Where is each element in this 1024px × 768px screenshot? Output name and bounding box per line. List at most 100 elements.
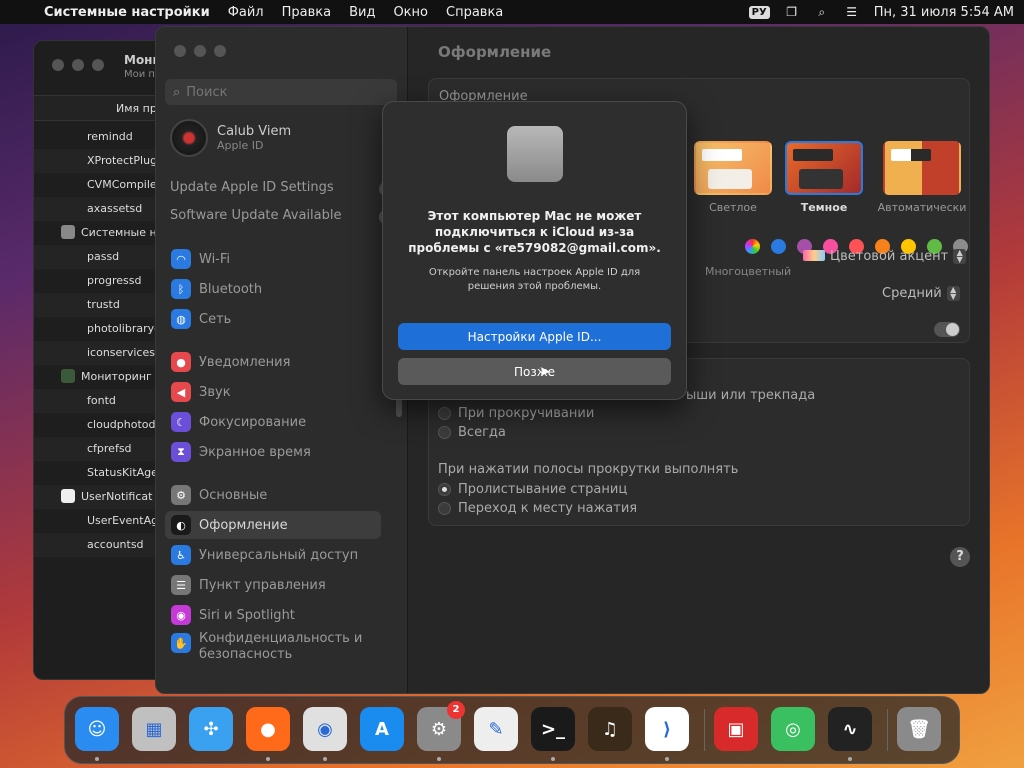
radio-jump-next-page[interactable]: Пролистывание страниц (438, 482, 627, 497)
process-name: StatusKitAge (87, 466, 158, 479)
trash-icon[interactable]: 🗑 (897, 707, 941, 751)
textedit-icon[interactable]: ✎ (474, 707, 518, 751)
globe-icon: ◍ (171, 309, 191, 329)
sidebar-item-control-center[interactable]: ☰ Пункт управления (165, 571, 381, 599)
click-in-scrollbar-label: При нажатии полосы прокрутки выполнять (438, 462, 739, 477)
chrome-icon[interactable]: ◉ (303, 707, 347, 751)
menubar-clock[interactable]: Пн, 31 июля 5:54 AM (874, 5, 1014, 20)
spotlight-search-icon[interactable]: ⌕ (814, 5, 830, 19)
input-source-indicator[interactable]: РУ (748, 5, 770, 19)
sidebar-item-hand[interactable]: ✋ Конфиденциальность и безопасность (165, 631, 381, 667)
sidebar-item-bluetooth[interactable]: ᛒ Bluetooth (165, 275, 381, 303)
later-button[interactable]: Позже (398, 358, 671, 385)
running-indicator (551, 757, 555, 761)
system-settings-icon[interactable]: ⚙ 2 (417, 701, 465, 751)
sidebar-item-moon[interactable]: ☾ Фокусирование (165, 408, 381, 436)
radio-button-selected[interactable] (438, 483, 451, 496)
accent-swatch[interactable] (771, 239, 786, 254)
radio-button[interactable] (438, 407, 451, 420)
menu-edit[interactable]: Правка (282, 5, 331, 20)
process-name: passd (87, 250, 120, 263)
launchpad-icon[interactable]: ▦ (132, 707, 176, 751)
sidebar-item-label: Уведомления (199, 354, 291, 370)
theme-dark-label: Темное (800, 201, 848, 214)
radio-jump-to-spot[interactable]: Переход к месту нажатия (438, 501, 637, 516)
minimize-button[interactable] (194, 45, 206, 57)
process-name: Мониторинг (81, 370, 152, 383)
garageband-icon[interactable]: ♫ (588, 707, 632, 751)
radio-always[interactable]: Всегда (438, 425, 506, 440)
running-indicator (437, 757, 441, 761)
sidebar: ⌕ Calub Viem Apple ID Update Apple ID Se… (156, 27, 408, 693)
update-apple-id-notice[interactable]: Update Apple ID Settings 1 (170, 180, 395, 200)
process-name: remindd (87, 130, 133, 143)
radio-when-scrolling[interactable]: При прокручивании (438, 406, 594, 421)
highlight-color-select[interactable]: Цветовой акцент ▲ ▼ (803, 249, 967, 264)
highlight-color-preview (803, 250, 825, 261)
close-button[interactable] (174, 45, 186, 57)
wallpaper-tinting-toggle[interactable] (934, 322, 960, 337)
theme-light-label: Светлое (709, 201, 757, 214)
sidebar-item-label: Фокусирование (199, 414, 307, 430)
process-name: Системные н (81, 226, 157, 239)
radio-label: Пролистывание страниц (458, 482, 628, 497)
sidebar-item-hourglass[interactable]: ⧗ Экранное время (165, 438, 381, 466)
find-my-icon[interactable]: ◎ (771, 707, 815, 751)
minimize-button[interactable] (72, 59, 84, 71)
menu-app-name[interactable]: Системные настройки (44, 5, 210, 20)
running-indicator (95, 757, 99, 761)
sidebar-item-wifi[interactable]: ◠ Wi-Fi (165, 245, 381, 273)
menu-file[interactable]: Файл (228, 5, 264, 20)
sidebar-item-speaker[interactable]: ◀ Звук (165, 378, 381, 406)
bell-icon: ● (171, 352, 191, 372)
sidebar-item-bell[interactable]: ● Уведомления (165, 348, 381, 376)
accent-multicolor-swatch[interactable] (745, 239, 760, 254)
avatar (170, 119, 208, 157)
firefox-icon[interactable]: ● (246, 707, 290, 751)
photo-booth-icon[interactable]: ▣ (714, 707, 758, 751)
radio-label: Всегда (458, 425, 506, 440)
menu-view[interactable]: Вид (349, 5, 375, 20)
sidebar-icon-size-value: Средний (882, 286, 942, 301)
apple-id-account[interactable]: Calub Viem Apple ID (170, 119, 291, 157)
zoom-button[interactable] (214, 45, 226, 57)
sidebar-item-accessibility[interactable]: ♿ Универсальный доступ (165, 541, 381, 569)
terminal-icon[interactable]: >_ (531, 707, 575, 751)
zoom-button[interactable] (92, 59, 104, 71)
running-indicator (266, 757, 270, 761)
radio-button[interactable] (438, 426, 451, 439)
process-name: cloudphotod (87, 418, 156, 431)
stage-manager-icon[interactable]: ❐ (784, 5, 800, 19)
control-center-icon[interactable]: ☰ (844, 5, 860, 19)
sidebar-item-label: Звук (199, 384, 231, 400)
sidebar-item-gear[interactable]: ⚙ Основные (165, 481, 381, 509)
safari-icon[interactable]: ✣ (189, 707, 233, 751)
process-name: UserEventAg (87, 514, 159, 527)
sidebar-item-appearance[interactable]: ◐ Оформление (165, 511, 381, 539)
radio-button[interactable] (438, 502, 451, 515)
sidebar-icon-size-select[interactable]: Средний ▲ ▼ (882, 286, 960, 301)
theme-auto[interactable]: Автоматически (876, 141, 968, 214)
sidebar-item-siri[interactable]: ◉ Siri и Spotlight (165, 601, 381, 629)
help-button[interactable]: ? (950, 547, 970, 567)
notice-label: Update Apple ID Settings (170, 180, 334, 195)
search-input[interactable] (186, 84, 377, 100)
menu-help[interactable]: Справка (446, 5, 503, 20)
vscode-icon[interactable]: ⟩ (645, 707, 689, 751)
app-store-icon[interactable]: A (360, 707, 404, 751)
software-update-notice[interactable]: Software Update Available 1 (170, 208, 395, 228)
search-field[interactable]: ⌕ (165, 79, 397, 105)
finder-icon[interactable]: ☺ (75, 707, 119, 751)
hand-icon: ✋ (171, 633, 191, 653)
process-name: axassetsd (87, 202, 143, 215)
theme-dark[interactable]: Темное (783, 141, 865, 214)
apple-id-settings-button[interactable]: Настройки Apple ID... (398, 323, 671, 350)
sidebar-item-globe[interactable]: ◍ Сеть (165, 305, 381, 333)
activity-monitor-icon[interactable]: ∿ (828, 707, 872, 751)
bg-window-subtitle: Мои п (124, 69, 155, 80)
menu-window[interactable]: Окно (393, 5, 428, 20)
dock: ☺ ▦ ✣ ● ◉ A ⚙ 2 ✎ >_ ♫ ⟩ ▣ ◎ ∿ 🗑 (64, 696, 960, 764)
close-button[interactable] (52, 59, 64, 71)
theme-light[interactable]: Светлое (692, 141, 774, 214)
chevron-updown-icon: ▲ ▼ (946, 286, 960, 301)
